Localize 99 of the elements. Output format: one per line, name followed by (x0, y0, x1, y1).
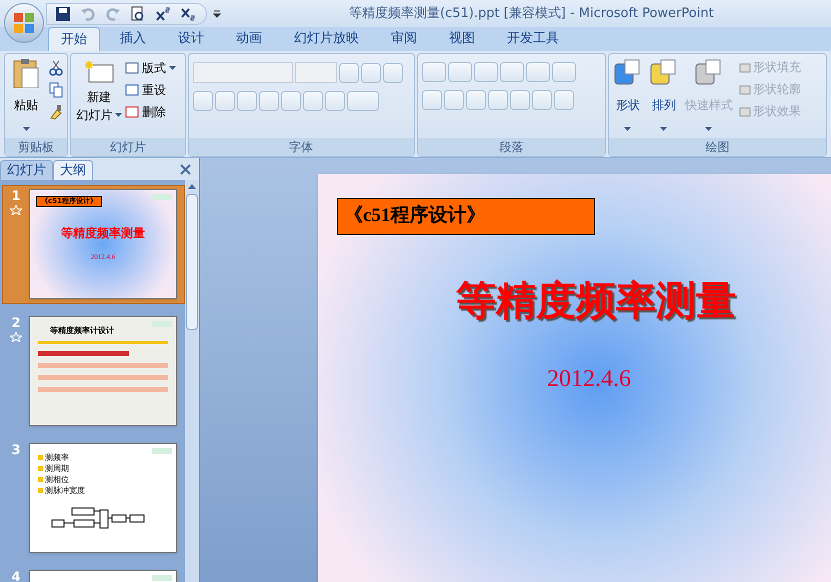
numbering-button[interactable] (448, 62, 472, 82)
thumbnail-title: 等精度频率计设计 (50, 325, 115, 337)
bullet-icon (38, 466, 43, 471)
distributed-button[interactable] (510, 90, 530, 110)
copy-icon[interactable] (49, 82, 63, 98)
paste-button[interactable]: 粘贴 (9, 58, 43, 138)
thumbnail-title: 等精度频率测量 (61, 225, 145, 242)
reset-button[interactable]: 重设 (125, 81, 176, 99)
align-right-button[interactable] (466, 90, 486, 110)
scroll-thumb[interactable] (186, 194, 198, 330)
group-label: 绘图 (705, 139, 730, 156)
shadow-button[interactable] (280, 91, 301, 111)
slide-thumbnail-row[interactable]: 3 测频率 测周期 测相位 测脉冲宽度 (2, 439, 185, 558)
case-button[interactable] (324, 91, 345, 111)
format-icon (738, 61, 751, 73)
bullet-text: 测频率 (45, 452, 69, 463)
clear-format-button[interactable] (382, 62, 403, 82)
clipboard-icon (12, 58, 40, 88)
format-painter-icon[interactable] (49, 104, 63, 120)
ribbon-tab[interactable]: 动画 (224, 27, 274, 51)
office-button[interactable] (4, 3, 44, 43)
print-preview-icon[interactable] (130, 6, 146, 22)
group-label: 剪贴板 (18, 139, 54, 156)
bullet-text: 测相位 (45, 474, 69, 485)
slide-date: 2012.4.6 (547, 365, 632, 394)
delete-button[interactable]: 删除 (125, 103, 176, 121)
subscript-icon[interactable] (180, 6, 196, 22)
pane-tab[interactable]: 幻灯片 (0, 160, 53, 180)
group-label: 字体 (289, 139, 314, 156)
caret-icon (660, 127, 668, 132)
caret-icon (169, 66, 176, 70)
increase-indent-button[interactable] (500, 62, 524, 82)
font-name-dropdown[interactable] (192, 62, 293, 83)
slide-thumbnail-row[interactable]: 2 等精度频率计设计 (2, 312, 185, 431)
bold-button[interactable] (192, 91, 213, 111)
scrollbar[interactable] (185, 180, 199, 582)
decrease-indent-button[interactable] (474, 62, 498, 82)
save-icon[interactable] (55, 6, 71, 22)
pane-tab[interactable]: 大纲 (53, 160, 93, 180)
ribbon-tab[interactable]: 审阅 (379, 27, 429, 51)
logo-icon (152, 575, 172, 581)
new-slide-icon (83, 58, 115, 84)
ribbon-tab[interactable]: 插入 (108, 27, 158, 51)
new-slide-button[interactable]: 新建 幻灯片 (75, 58, 123, 138)
ribbon-tab[interactable]: 设计 (166, 27, 216, 51)
center-button[interactable] (444, 90, 464, 110)
bullet-icon (38, 477, 43, 482)
group-label: 幻灯片 (110, 139, 146, 156)
slide-tag: 《c51程序设计》 (337, 198, 595, 235)
columns-button[interactable] (532, 90, 552, 110)
bullet-text: 测周期 (45, 463, 69, 474)
slide-number: 4 (11, 570, 21, 582)
slide-number: 2 (11, 316, 21, 332)
slide-small-icon (125, 62, 139, 74)
caret-icon (114, 112, 122, 118)
line-spacing-button[interactable] (526, 62, 550, 82)
underline-button[interactable] (236, 91, 257, 111)
office-logo-icon (13, 12, 35, 34)
ribbon-tab[interactable]: 幻灯片放映 (282, 27, 371, 51)
bullet-icon (38, 455, 43, 460)
slide-title: 等精度频率测量 (456, 277, 737, 325)
font-size-dropdown[interactable] (294, 62, 337, 83)
font-color-button[interactable] (346, 91, 379, 111)
grow-font-button[interactable] (338, 62, 359, 82)
format-icon (738, 105, 751, 117)
shape-button[interactable]: 形状 (612, 58, 643, 138)
smartart-button[interactable] (554, 90, 574, 110)
align-left-button[interactable] (422, 90, 442, 110)
slide-small-icon (125, 84, 139, 96)
logo-icon (152, 448, 172, 454)
window-title: 等精度频率测量(c51).ppt [兼容模式] - Microsoft PowerPoint (349, 4, 714, 23)
slide-small-icon (125, 106, 139, 118)
slide-number: 3 (11, 443, 21, 459)
strikethrough-button[interactable] (258, 91, 279, 111)
logo-icon (152, 321, 172, 327)
ribbon-tab[interactable]: 视图 (437, 27, 487, 51)
caret-icon (624, 127, 632, 132)
close-icon[interactable] (180, 164, 191, 175)
ribbon-tab[interactable]: 开发工具 (495, 27, 571, 51)
spacing-button[interactable] (302, 91, 323, 111)
slide-number: 1 (11, 189, 21, 205)
bullets-button[interactable] (422, 62, 446, 82)
italic-button[interactable] (214, 91, 235, 111)
superscript-icon[interactable] (155, 6, 171, 22)
bullet-text: 测脉冲宽度 (45, 485, 85, 496)
group-label: 段落 (499, 139, 524, 156)
text-direction-button[interactable] (552, 62, 576, 82)
justify-button[interactable] (488, 90, 508, 110)
caret-icon (22, 127, 30, 132)
format-icon (738, 83, 751, 95)
ribbon-tab[interactable]: 开始 (48, 27, 100, 51)
shrink-font-button[interactable] (360, 62, 381, 82)
customize-caret-icon[interactable] (213, 10, 221, 18)
caret-icon (705, 127, 712, 132)
bullet-icon (38, 488, 43, 493)
cut-icon[interactable] (49, 60, 63, 76)
layout-button[interactable]: 版式 (125, 59, 176, 77)
logo-icon (152, 194, 172, 200)
arrange-button[interactable]: 排列 (648, 58, 679, 138)
